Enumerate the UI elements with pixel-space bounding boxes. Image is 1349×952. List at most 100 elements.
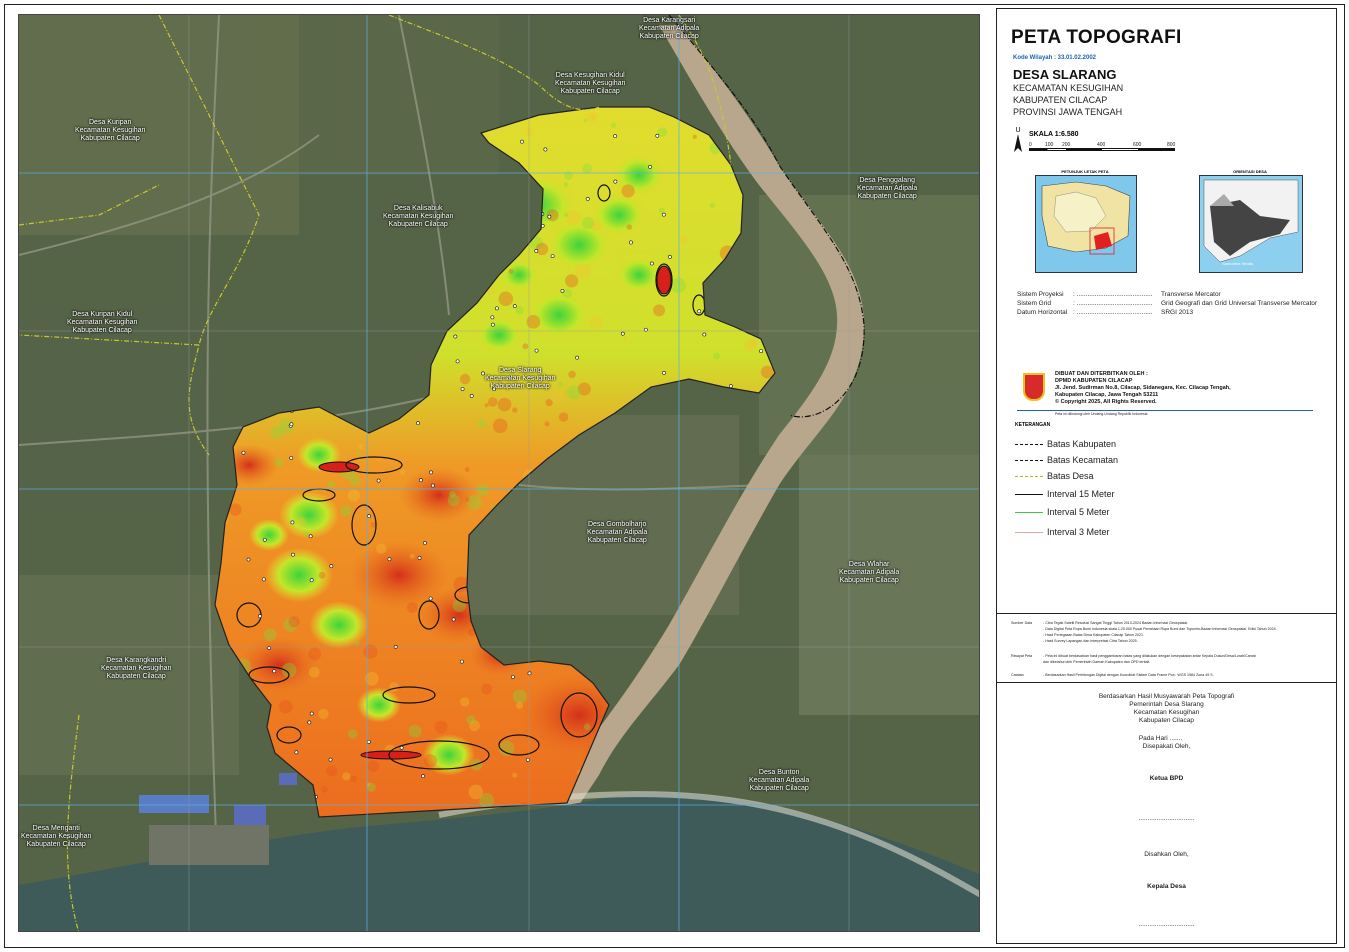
heat-texture — [367, 760, 380, 773]
spot-height-marker — [655, 133, 660, 138]
heat-texture — [658, 207, 665, 214]
spot-height-marker — [494, 306, 499, 311]
spot-height-marker — [512, 304, 517, 309]
disahkan: Disahkan Oleh, — [1144, 851, 1189, 858]
spot-height-marker — [527, 671, 532, 676]
heat-texture — [409, 553, 415, 559]
spot-height-marker — [289, 456, 294, 460]
heat-low-zone — [249, 519, 289, 551]
spot-height-marker — [294, 750, 299, 755]
heat-texture — [558, 412, 569, 422]
heat-low-zone — [611, 152, 667, 198]
heat-texture — [424, 754, 438, 768]
desa-name: DESA SLARANG — [1013, 67, 1117, 82]
spot-height-marker — [649, 261, 654, 266]
spot-height-marker — [534, 249, 539, 253]
kepala-signature-line: ............................... — [1138, 921, 1195, 928]
kabupaten-line: KABUPATEN CILACAP — [1013, 95, 1108, 105]
heat-texture — [295, 516, 307, 528]
spot-height-marker — [759, 349, 764, 354]
spot-height-marker — [453, 334, 458, 339]
spot-height-marker — [429, 470, 433, 475]
heat-texture — [270, 425, 284, 439]
heat-low-zone — [357, 687, 401, 723]
spot-height-marker — [246, 557, 251, 562]
spot-height-marker — [423, 541, 427, 545]
heat-texture — [434, 720, 448, 734]
heat-texture — [400, 469, 406, 475]
heat-texture — [448, 490, 456, 498]
label-menganti: Desa Menganti Kecamatan Kesugihan Kabupa… — [21, 825, 92, 848]
heat-texture — [709, 202, 715, 209]
heat-peak — [360, 750, 422, 760]
heat-texture — [558, 381, 564, 387]
heat-texture — [347, 729, 358, 739]
spot-height-marker — [421, 774, 425, 779]
spot-height-marker — [662, 371, 666, 375]
spot-height-marker — [648, 164, 652, 169]
heat-low-zone — [525, 287, 593, 343]
scale-label: SKALA 1:6.580 — [1029, 131, 1079, 138]
spot-height-marker — [241, 450, 246, 455]
spot-height-marker — [307, 720, 312, 725]
heat-texture — [464, 466, 470, 472]
legend-heading: KETERANGAN — [1015, 422, 1051, 428]
spot-height-marker — [534, 348, 539, 353]
heat-texture — [622, 336, 628, 342]
spot-height-marker — [560, 288, 565, 293]
signature-rule — [997, 682, 1336, 683]
map-title: PETA TOPOGRAFI — [1011, 27, 1182, 48]
heat-texture — [354, 640, 360, 646]
spot-height-marker — [261, 577, 266, 582]
heat-texture — [318, 708, 329, 720]
heat-texture — [581, 216, 595, 229]
spot-height-marker — [459, 659, 464, 664]
spot-height-marker — [308, 534, 313, 539]
heat-texture — [583, 723, 591, 731]
heat-texture — [679, 235, 688, 244]
heat-texture — [565, 210, 581, 225]
legend-label: Interval 5 Meter — [1047, 507, 1110, 517]
heat-texture — [340, 505, 352, 517]
legend-label: Batas Kecamatan — [1047, 455, 1119, 465]
sources-rule — [997, 613, 1336, 614]
heat-texture — [712, 352, 720, 360]
ketua-bpd: Ketua BPD — [1149, 775, 1184, 782]
heat-texture — [408, 724, 422, 738]
heat-texture — [389, 682, 399, 692]
legend-label: Interval 15 Meter — [1047, 489, 1115, 499]
spot-height-marker — [289, 422, 294, 427]
heat-texture — [653, 304, 666, 317]
inset-location-map — [1035, 175, 1137, 273]
heat-texture — [586, 112, 597, 123]
heat-texture — [575, 263, 591, 280]
heat-texture — [350, 775, 358, 783]
heat-texture — [465, 497, 470, 502]
heat-texture — [366, 782, 376, 793]
heat-peak — [656, 265, 672, 295]
heat-texture — [456, 756, 463, 763]
heat-texture — [497, 397, 512, 412]
legend-swatch — [1015, 494, 1043, 495]
legend-label: Interval 3 Meter — [1047, 527, 1110, 537]
inset-orientation-map: Samudera Hindia — [1199, 175, 1303, 273]
label-slarang: Desa Slarang Kecamatan Kesugihan Kabupat… — [485, 367, 556, 390]
heat-texture — [484, 403, 489, 408]
heat-texture — [327, 480, 335, 489]
spot-height-marker — [428, 596, 433, 601]
spot-height-marker — [262, 537, 267, 542]
label-karangsari: Desa Karangsari Kecamatan Adipala Kabupa… — [639, 17, 700, 40]
heat-texture — [274, 457, 284, 468]
inset-petunjuk-title: PETUNJUK LETAK PETA — [1061, 169, 1109, 174]
spot-height-marker — [629, 240, 633, 245]
kepala-desa: Kepala Desa — [1147, 883, 1186, 890]
heat-texture — [564, 171, 573, 180]
heat-high-zone — [399, 467, 479, 523]
copyright-note: Peta ini dilindungi oleh Undang-Undang R… — [1055, 412, 1148, 416]
heat-low-zone — [309, 601, 369, 649]
spot-height-marker — [290, 520, 295, 525]
heat-texture — [407, 602, 418, 613]
heat-texture — [535, 242, 549, 256]
spot-height-marker — [490, 315, 495, 320]
kecamatan-line: KECAMATAN KESUGIHAN — [1013, 83, 1124, 93]
